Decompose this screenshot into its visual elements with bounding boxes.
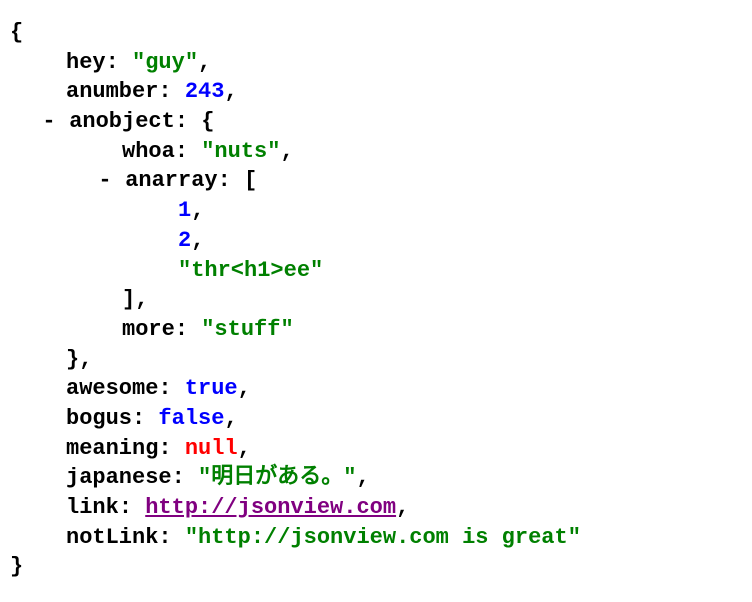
object-close-brace: }, [10, 345, 742, 375]
json-property-anarray: - anarray: [ [10, 166, 742, 196]
json-property-anumber: anumber: 243, [10, 77, 742, 107]
json-property-whoa: whoa: "nuts", [10, 137, 742, 167]
key-notlink: notLink [66, 525, 158, 550]
value-notlink: "http://jsonview.com is great" [185, 525, 581, 550]
json-property-awesome: awesome: true, [10, 374, 742, 404]
key-meaning: meaning [66, 436, 158, 461]
root-open-brace: { [10, 18, 742, 48]
key-more: more [122, 317, 175, 342]
json-property-link: link: http://jsonview.com, [10, 493, 742, 523]
json-property-hey: hey: "guy", [10, 48, 742, 78]
value-hey: "guy" [132, 50, 198, 75]
value-meaning: null [185, 436, 238, 461]
value-anumber: 243 [185, 79, 225, 104]
key-anumber: anumber [66, 79, 158, 104]
key-link: link [66, 495, 119, 520]
key-hey: hey [66, 50, 106, 75]
link-value[interactable]: http://jsonview.com [145, 495, 396, 520]
json-property-bogus: bogus: false, [10, 404, 742, 434]
json-property-notlink: notLink: "http://jsonview.com is great" [10, 523, 742, 553]
array-item-0: 1, [10, 196, 742, 226]
key-anarray: anarray [125, 168, 217, 193]
json-property-meaning: meaning: null, [10, 434, 742, 464]
key-awesome: awesome [66, 376, 158, 401]
json-property-anobject: - anobject: { [10, 107, 742, 137]
value-japanese: "明日がある。" [198, 465, 356, 490]
key-whoa: whoa [122, 139, 175, 164]
key-bogus: bogus [66, 406, 132, 431]
array-item-2: "thr<h1>ee" [10, 256, 742, 286]
json-viewer: { hey: "guy", anumber: 243, - anobject: … [10, 18, 742, 582]
array-item-1: 2, [10, 226, 742, 256]
key-anobject: anobject [69, 109, 175, 134]
value-more: "stuff" [201, 317, 293, 342]
value-bogus: false [158, 406, 224, 431]
collapse-toggle[interactable]: - [98, 166, 112, 196]
value-whoa: "nuts" [201, 139, 280, 164]
array-close-bracket: ], [10, 285, 742, 315]
value-awesome: true [185, 376, 238, 401]
json-property-more: more: "stuff" [10, 315, 742, 345]
key-japanese: japanese [66, 465, 172, 490]
json-property-japanese: japanese: "明日がある。", [10, 463, 742, 493]
root-close-brace: } [10, 552, 742, 582]
collapse-toggle[interactable]: - [42, 107, 56, 137]
